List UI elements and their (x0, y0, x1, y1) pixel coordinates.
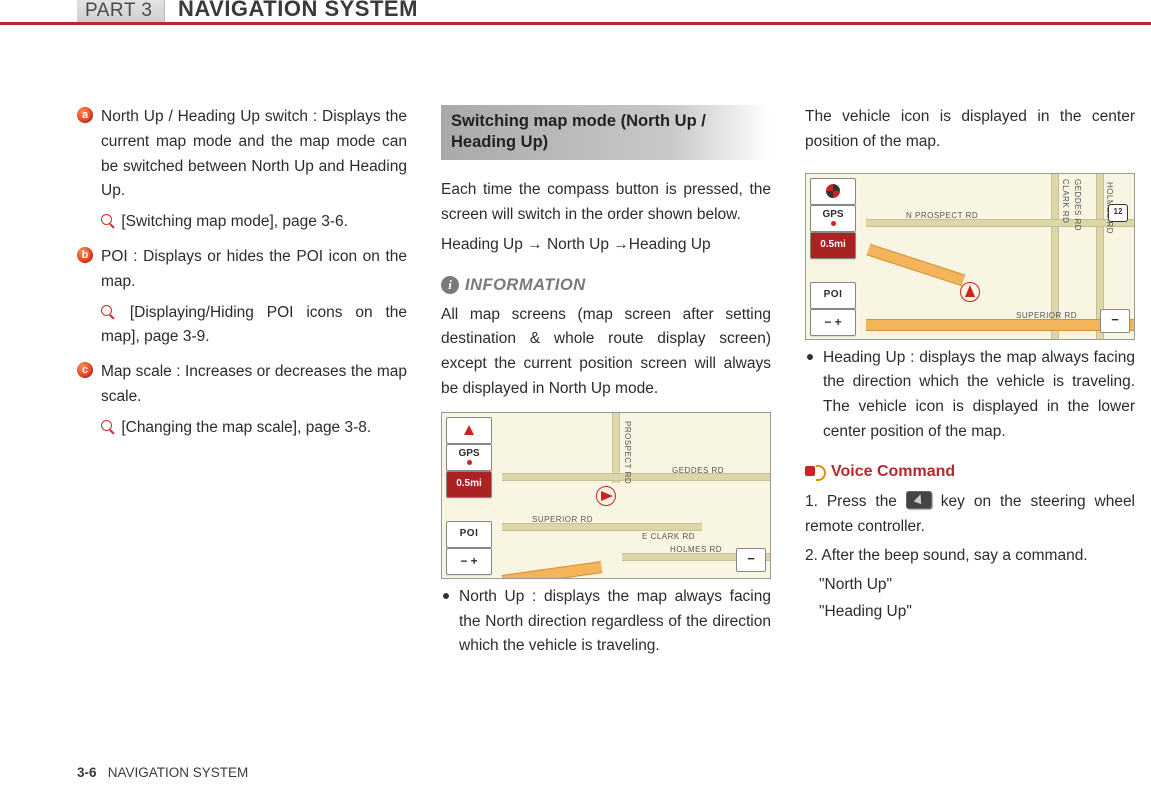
gps-dot-icon (831, 221, 836, 226)
road-label: SUPERIOR RD (532, 514, 593, 527)
voice-label: Voice Command (831, 459, 955, 485)
road-label: HOLMES RD (670, 544, 722, 557)
gps-label: GPS (822, 210, 843, 220)
voice-step-1: 1. Press the key on the steering wheel r… (805, 490, 1135, 540)
map-heading-up: N PROSPECT RD CLARK RD GEDDES RD HOLMES … (805, 173, 1135, 340)
north-up-desc-text: North Up : displays the map always facin… (459, 588, 771, 655)
header-bar: PART 3 NAVIGATION SYSTEM (0, 0, 1151, 25)
voice-cmd-2: "Heading Up" (805, 600, 1135, 625)
badge-c-icon: c (77, 362, 93, 378)
north-arrow-icon (464, 425, 474, 435)
route-shield: 12 (1108, 204, 1128, 222)
voice-step-2: 2. After the beep sound, say a command. (805, 544, 1135, 569)
poi-button[interactable]: POI (446, 521, 492, 548)
column-1: a North Up / Heading Up switch : Display… (77, 105, 407, 665)
item-c-ref-text: [Changing the map scale], page 3-8. (121, 419, 371, 436)
zoom-button[interactable]: − + (446, 548, 492, 575)
item-a-ref-text: [Switching map mode], page 3-6. (121, 213, 348, 230)
badge-a-icon: a (77, 107, 93, 123)
page-number: 3-6 (77, 765, 97, 780)
item-b-ref-text: [Displaying/Hiding POI icons on the map]… (101, 304, 407, 346)
step1a: 1. Press the (805, 493, 906, 510)
part-tab: PART 3 (77, 0, 165, 22)
map-north-up: PROSPECT RD GEDDES RD SUPERIOR RD HOLMES… (441, 412, 771, 579)
gps-dot-icon (467, 460, 472, 465)
item-a-text: North Up / Heading Up switch : Displays … (101, 108, 407, 199)
voice-command-heading: Voice Command (805, 459, 1135, 485)
item-c: c Map scale : Increases or decreases the… (77, 360, 407, 410)
vehicle-icon (960, 282, 980, 302)
magnifier-icon (101, 420, 115, 434)
section-header: Switching map mode (North Up / Heading U… (441, 105, 771, 160)
heading-compass-icon (826, 184, 840, 198)
compass-button[interactable] (810, 178, 856, 205)
footer-label: NAVIGATION SYSTEM (108, 765, 249, 780)
road-label: E CLARK RD (642, 531, 695, 544)
heading-up-desc: Heading Up : displays the map always fac… (805, 346, 1135, 445)
road-label: GEDDES RD (1070, 179, 1083, 231)
compass-button[interactable] (446, 417, 492, 444)
heading-up-desc-text: Heading Up : displays the map always fac… (823, 349, 1135, 440)
voice-cmd-1: "North Up" (805, 573, 1135, 598)
item-b-text: POI : Displays or hides the POI icon on … (101, 248, 407, 290)
poi-button[interactable]: POI (810, 282, 856, 309)
steering-voice-key-icon (906, 491, 932, 509)
info-text: All map screens (map screen after settin… (441, 303, 771, 402)
north-up-desc: North Up : displays the map always facin… (441, 585, 771, 659)
col2-p2: Heading Up → North Up →Heading Up (441, 233, 771, 258)
content-columns: a North Up / Heading Up switch : Display… (0, 55, 1151, 665)
road-label: PROSPECT RD (620, 421, 633, 484)
zoom-out-button[interactable]: − (1100, 309, 1130, 333)
road-label: GEDDES RD (672, 465, 724, 478)
gps-label: GPS (458, 449, 479, 459)
vehicle-icon (596, 486, 616, 506)
gps-button[interactable]: GPS (446, 444, 492, 471)
bullet-icon (807, 354, 813, 360)
page-footer: 3-6 NAVIGATION SYSTEM (77, 765, 248, 780)
gps-button[interactable]: GPS (810, 205, 856, 232)
zoom-plus-minus-icon: − + (460, 552, 477, 571)
col2-p1: Each time the compass button is pressed,… (441, 178, 771, 228)
item-a: a North Up / Heading Up switch : Display… (77, 105, 407, 204)
item-b: b POI : Displays or hides the POI icon o… (77, 245, 407, 295)
item-a-ref: [Switching map mode], page 3-6. (77, 210, 407, 235)
zoom-plus-minus-icon: − + (824, 313, 841, 332)
road-label: CLARK RD (1058, 179, 1071, 223)
voice-icon (805, 464, 825, 480)
info-label: INFORMATION (465, 272, 586, 298)
item-b-ref: [Displaying/Hiding POI icons on the map]… (77, 301, 407, 351)
scale-button[interactable]: 0.5mi (446, 471, 492, 498)
information-heading: i INFORMATION (441, 272, 771, 298)
badge-b-icon: b (77, 247, 93, 263)
col3-cont: The vehicle icon is displayed in the cen… (805, 105, 1135, 155)
item-c-text: Map scale : Increases or decreases the m… (101, 363, 407, 405)
column-2: Switching map mode (North Up / Heading U… (441, 105, 771, 665)
road-label: N PROSPECT RD (906, 210, 978, 223)
zoom-out-button[interactable]: − (736, 548, 766, 572)
page-title: NAVIGATION SYSTEM (178, 0, 418, 22)
column-3: The vehicle icon is displayed in the cen… (805, 105, 1135, 665)
bullet-icon (443, 593, 449, 599)
info-icon: i (441, 276, 459, 294)
magnifier-icon (101, 305, 115, 319)
magnifier-icon (101, 214, 115, 228)
scale-button[interactable]: 0.5mi (810, 232, 856, 259)
zoom-button[interactable]: − + (810, 309, 856, 336)
item-c-ref: [Changing the map scale], page 3-8. (77, 416, 407, 441)
road-label: SUPERIOR RD (1016, 310, 1077, 323)
